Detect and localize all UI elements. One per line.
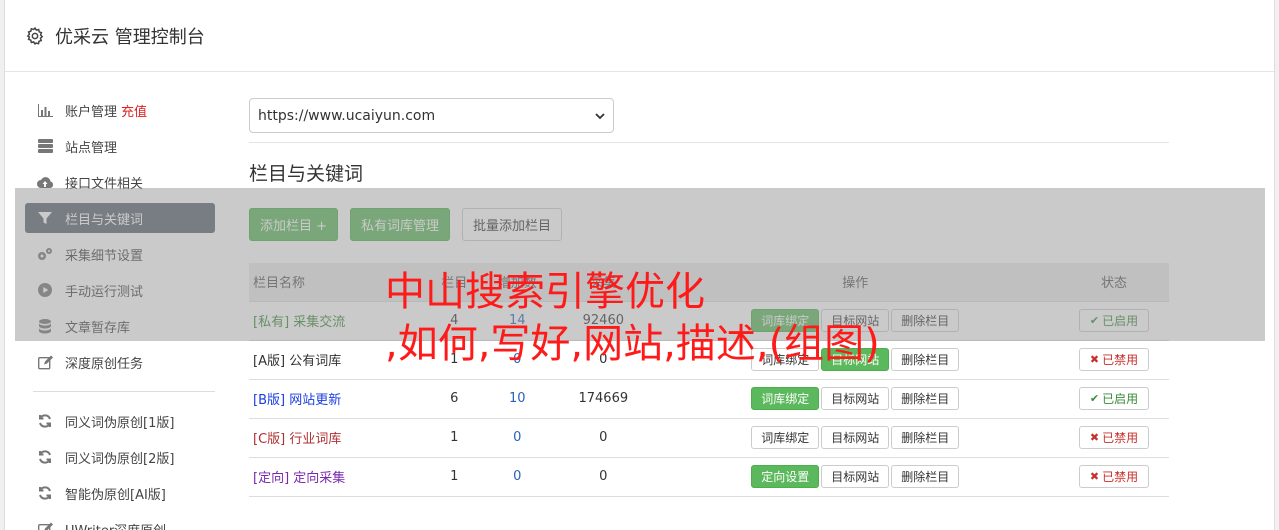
watermark-text: 中山搜索引擎优化 ,如何,写好,网站,描述,(组图) xyxy=(385,266,880,370)
sidebar-item-synonym-v1[interactable]: 同义词伪原创[1版] xyxy=(25,406,215,436)
collected-cell: 0 xyxy=(555,456,652,497)
page-title: 优采云 管理控制台 xyxy=(55,26,205,48)
sidebar-item-label: 同义词伪原创[2版] xyxy=(65,451,175,467)
edit-icon xyxy=(37,354,53,370)
sidebar-item-uwriter[interactable]: UWriter深度原创 xyxy=(25,514,215,530)
close-icon: ✖ xyxy=(1089,432,1100,444)
sidebar-item-label: 同义词伪原创[1版] xyxy=(65,415,175,431)
sidebar-item-label: 站点管理 xyxy=(65,140,118,156)
refresh-icon xyxy=(37,413,53,429)
close-icon: ✖ xyxy=(1089,354,1100,366)
status-cell: ✖ 已禁用 xyxy=(1059,456,1169,497)
gear-icon xyxy=(26,26,44,45)
status-cell: ✖ 已禁用 xyxy=(1059,339,1169,379)
sidebar-item-smart-ai[interactable]: 智能伪原创[AI版] xyxy=(25,478,215,508)
site-select[interactable]: https://www.ucaiyun.com xyxy=(249,98,614,133)
target-site-button[interactable]: 目标网站 xyxy=(821,387,890,410)
bar-chart-icon xyxy=(37,102,53,118)
bind-lexicon-button[interactable]: 词库绑定 xyxy=(751,387,820,410)
sidebar-item-deep-original[interactable]: 深度原创任务 xyxy=(25,347,215,377)
sidebar-divider xyxy=(33,391,215,392)
delete-column-button[interactable]: 删除栏目 xyxy=(891,465,960,488)
status-toggle[interactable]: ✖ 已禁用 xyxy=(1078,348,1150,371)
refresh-icon xyxy=(37,485,53,501)
status-toggle[interactable]: ✖ 已禁用 xyxy=(1078,465,1150,488)
status-toggle[interactable]: ✔已启用 xyxy=(1078,387,1150,410)
top-bar: 优采云 管理控制台 xyxy=(5,0,1274,72)
refresh-icon xyxy=(37,449,53,465)
target-site-button[interactable]: 目标网站 xyxy=(821,465,890,488)
status-label: 已启用 xyxy=(1102,392,1139,406)
bind-lexicon-button[interactable]: 定向设置 xyxy=(751,465,820,488)
ops-cell: 词库绑定目标网站删除栏目 xyxy=(651,378,1059,418)
sidebar-item-label: UWriter深度原创 xyxy=(65,520,166,530)
column-name[interactable]: 公有词库 xyxy=(289,354,341,369)
ops-cell: 定向设置 目标网站 删除栏目 xyxy=(651,456,1059,497)
count-cell: 6 xyxy=(429,378,480,418)
watermark-line2: ,如何,写好,网站,描述,(组图) xyxy=(385,321,880,367)
table-row: [C版] 行业词库 1 0 0 词库绑定 目标网站 删除栏目 ✖ 已禁用 xyxy=(249,417,1169,457)
column-prefix: [C版] xyxy=(253,432,286,447)
status-label: 已禁用 xyxy=(1102,470,1139,484)
column-name[interactable]: 定向采集 xyxy=(293,471,345,486)
column-prefix: [A版] xyxy=(253,354,286,369)
target-site-button[interactable]: 目标网站 xyxy=(821,426,890,449)
sidebar-item-label: 深度原创任务 xyxy=(65,356,144,372)
sidebar-item-account[interactable]: 账户管理 充值 xyxy=(25,95,215,125)
column-prefix: [B版] xyxy=(253,393,286,408)
server-icon xyxy=(37,138,53,154)
count-cell: 1 xyxy=(429,456,480,497)
bind-lexicon-button[interactable]: 词库绑定 xyxy=(751,426,820,449)
column-name-cell: [C版] 行业词库 xyxy=(249,417,429,457)
sidebar-item-label: 智能伪原创[AI版] xyxy=(65,487,166,503)
added-cell[interactable]: 0 xyxy=(479,417,556,457)
status-toggle[interactable]: ✖ 已禁用 xyxy=(1078,426,1150,449)
collected-cell: 174669 xyxy=(555,378,652,418)
column-name-cell: [B版] 网站更新 xyxy=(249,378,429,418)
site-select-wrap: https://www.ucaiyun.com xyxy=(249,98,614,133)
edit-icon xyxy=(37,521,53,530)
status-cell: ✖ 已禁用 xyxy=(1059,417,1169,457)
sidebar-item-synonym-v2[interactable]: 同义词伪原创[2版] xyxy=(25,442,215,472)
column-name[interactable]: 网站更新 xyxy=(289,393,341,408)
added-cell[interactable]: 0 xyxy=(479,456,556,497)
section-title: 栏目与关键词 xyxy=(249,163,364,185)
delete-column-button[interactable]: 删除栏目 xyxy=(891,348,960,371)
check-icon: ✔ xyxy=(1089,393,1100,405)
column-prefix: [定向] xyxy=(253,471,290,486)
status-label: 已禁用 xyxy=(1102,353,1139,367)
sidebar-item-sites[interactable]: 站点管理 xyxy=(25,131,215,161)
added-cell[interactable]: 10 xyxy=(479,378,556,418)
close-icon: ✖ xyxy=(1089,471,1100,483)
column-name[interactable]: 行业词库 xyxy=(289,432,341,447)
table-row: [B版] 网站更新 6 10 174669 词库绑定 目标网站 删除栏目 ✔ 已启用 xyxy=(249,378,1169,418)
delete-column-button[interactable]: 删除栏目 xyxy=(891,387,960,410)
sidebar-item-label: 账户管理 xyxy=(65,104,118,120)
recharge-link[interactable]: 充值 xyxy=(121,101,147,120)
delete-column-button[interactable]: 删除栏目 xyxy=(891,426,960,449)
count-cell: 1 xyxy=(429,417,480,457)
status-label: 已禁用 xyxy=(1102,431,1139,445)
collected-cell: 0 xyxy=(555,417,652,457)
column-name-cell: [定向] 定向采集 xyxy=(249,456,429,497)
status-cell: ✔已启用 xyxy=(1059,378,1169,418)
table-row: [定向] 定向采集 1 0 0 定向设置 目标网站 删除栏目 ✖ 已禁用 xyxy=(249,456,1169,497)
divider xyxy=(249,142,1169,143)
watermark-line1: 中山搜索引擎优化 xyxy=(385,269,705,315)
ops-cell: 词库绑定目标网站删除栏目 xyxy=(651,417,1059,457)
